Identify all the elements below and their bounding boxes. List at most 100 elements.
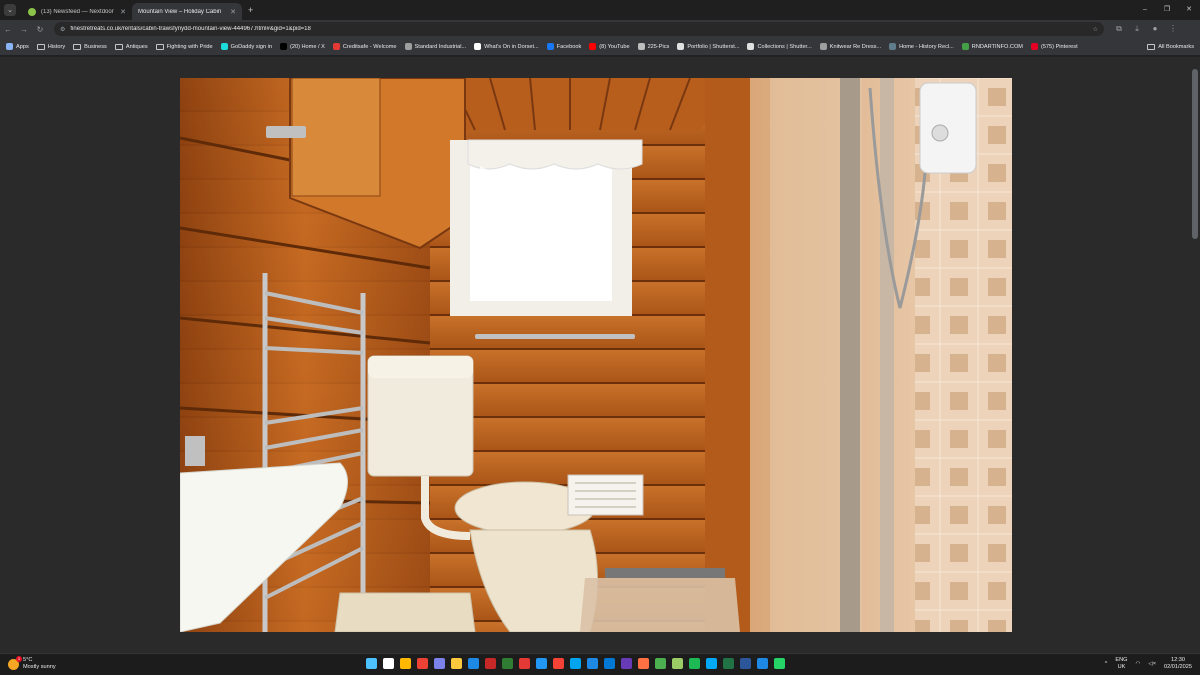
nextdoor-favicon-icon (28, 7, 36, 16)
folder-icon (114, 43, 123, 50)
download-icon[interactable]: ⤓ (1130, 24, 1144, 34)
site-favicon-icon (546, 43, 554, 50)
close-tab-icon[interactable]: ✕ (120, 8, 126, 16)
system-tray: ^ ENG UK ◠ ◁× 12:30 02/01/2025 (1105, 657, 1192, 671)
bookmark-item[interactable]: Collections | Shutter... (747, 43, 812, 50)
clock[interactable]: 12:30 02/01/2025 (1164, 657, 1192, 671)
taskbar-app-icon[interactable] (723, 658, 734, 669)
taskbar-app-icon[interactable] (689, 658, 700, 669)
taskbar-app-icon[interactable] (383, 658, 394, 669)
chevron-up-icon[interactable]: ^ (1105, 661, 1108, 667)
taskbar-app-icon[interactable] (638, 658, 649, 669)
address-bar[interactable]: ⚙ finestretreats.co.uk/rentals/cabin-tra… (54, 22, 1104, 36)
taskbar-app-icon[interactable] (502, 658, 513, 669)
bookmark-label: Antiques (125, 43, 148, 50)
tab-title: (13) Newsfeed — Nextdoor (41, 8, 114, 15)
taskbar-app-icon[interactable] (485, 658, 496, 669)
tab-search-button[interactable]: ⌄ (4, 4, 16, 16)
bookmark-item[interactable]: What's On in Dorset... (474, 43, 539, 50)
forward-icon[interactable]: → (16, 25, 32, 34)
close-tab-icon[interactable]: ✕ (230, 8, 236, 16)
notification-badge: 1 (16, 655, 22, 662)
bookmark-item[interactable]: (20) Home / X (280, 43, 325, 50)
bookmark-item[interactable]: Facebook (546, 43, 581, 50)
bookmark-item[interactable]: GoDaddy sign in (220, 43, 272, 50)
taskbar-app-icon[interactable] (587, 658, 598, 669)
site-favicon-icon (747, 43, 755, 50)
language-indicator[interactable]: ENG UK (1115, 657, 1127, 671)
page-scrollbar[interactable] (1190, 57, 1200, 653)
taskbar-app-icon[interactable] (519, 658, 530, 669)
taskbar-app-icon[interactable] (655, 658, 666, 669)
bookmark-label: Fighting with Pride (166, 43, 213, 50)
taskbar-app-icon[interactable] (434, 658, 445, 669)
scrollbar-thumb[interactable] (1192, 69, 1198, 239)
reload-icon[interactable]: ↻ (32, 25, 48, 34)
taskbar-app-icon[interactable] (604, 658, 615, 669)
extensions-icon[interactable]: ⧉ (1112, 24, 1126, 34)
site-favicon-icon (474, 43, 482, 50)
bookmark-star-icon[interactable]: ☆ (1093, 26, 1098, 33)
bookmark-item[interactable]: 225-Pics (637, 43, 670, 50)
bookmark-item[interactable]: Home - History Recl... (889, 43, 954, 50)
bookmark-item[interactable]: Antiques (114, 43, 148, 50)
restore-icon[interactable]: ❐ (1156, 0, 1178, 20)
taskbar-app-icon[interactable] (417, 658, 428, 669)
taskbar-app-icon[interactable] (774, 658, 785, 669)
bookmark-label: 225-Pics (647, 43, 670, 50)
bookmark-item[interactable]: (8) YouTube (589, 43, 630, 50)
taskbar-app-icon[interactable] (706, 658, 717, 669)
bookmark-label: History (47, 43, 66, 50)
profile-avatar[interactable]: ● (1148, 24, 1162, 34)
bookmark-item[interactable]: Standard Industrial... (404, 43, 466, 50)
taskbar-app-icon[interactable] (366, 658, 377, 669)
bookmark-label: (575) Pinterest (1040, 43, 1078, 50)
taskbar-app-icon[interactable] (570, 658, 581, 669)
bookmark-item[interactable]: Portfolio | Shutterst... (677, 43, 739, 50)
site-info-icon[interactable]: ⚙ (60, 26, 65, 33)
taskbar-app-icon[interactable] (553, 658, 564, 669)
close-window-icon[interactable]: ✕ (1178, 0, 1200, 20)
folder-icon (155, 43, 164, 50)
apps-grid-icon (6, 43, 13, 50)
bookmark-item[interactable]: Fighting with Pride (155, 43, 213, 50)
all-bookmarks-button[interactable]: All Bookmarks (1141, 38, 1194, 55)
taskbar-app-icon[interactable] (740, 658, 751, 669)
site-favicon-icon (220, 43, 228, 50)
tab-mountain-view[interactable]: Mountain View – Holiday Cabin ✕ (132, 3, 242, 20)
weather-desc: Mostly sunny (23, 664, 56, 670)
window-controls: – ❐ ✕ (1134, 0, 1200, 20)
site-favicon-icon (637, 43, 645, 50)
menu-icon[interactable]: ⋮ (1166, 24, 1180, 34)
url-text: finestretreats.co.uk/rentals/cabin-traws… (70, 26, 311, 32)
site-favicon-icon (589, 43, 597, 50)
wifi-icon[interactable]: ◠ (1136, 661, 1141, 667)
bookmark-item[interactable]: RNDARTINFO.COM (961, 43, 1023, 50)
volume-icon[interactable]: ◁× (1148, 661, 1156, 667)
bookmark-item[interactable]: (575) Pinterest (1030, 43, 1078, 50)
bookmark-label: Apps (16, 43, 29, 50)
bookmark-label: (20) Home / X (290, 43, 325, 50)
bookmark-label: Knitwear Re Dress... (829, 43, 882, 50)
site-favicon-icon (889, 43, 897, 50)
weather-widget[interactable]: 1 5°C Mostly sunny (8, 655, 56, 671)
bookmark-item[interactable]: History (36, 43, 66, 50)
site-favicon-icon (1030, 43, 1038, 50)
back-icon[interactable]: ← (0, 25, 16, 34)
bookmark-item[interactable]: Knitwear Re Dress... (819, 43, 882, 50)
taskbar-app-icon[interactable] (451, 658, 462, 669)
new-tab-icon[interactable]: + (248, 5, 253, 15)
taskbar-app-icon[interactable] (757, 658, 768, 669)
gallery-photo[interactable] (180, 78, 1012, 632)
taskbar-app-icon[interactable] (536, 658, 547, 669)
taskbar-app-icon[interactable] (468, 658, 479, 669)
language-code: ENG (1115, 657, 1128, 663)
minimize-icon[interactable]: – (1134, 0, 1156, 20)
taskbar-app-icon[interactable] (400, 658, 411, 669)
tab-nextdoor[interactable]: (13) Newsfeed — Nextdoor ✕ (22, 3, 132, 20)
taskbar-app-icon[interactable] (672, 658, 683, 669)
bookmark-item[interactable]: Apps (6, 43, 29, 50)
taskbar-app-icon[interactable] (621, 658, 632, 669)
bookmark-item[interactable]: Creditsafe - Welcome (332, 43, 397, 50)
bookmark-item[interactable]: Business (73, 43, 107, 50)
